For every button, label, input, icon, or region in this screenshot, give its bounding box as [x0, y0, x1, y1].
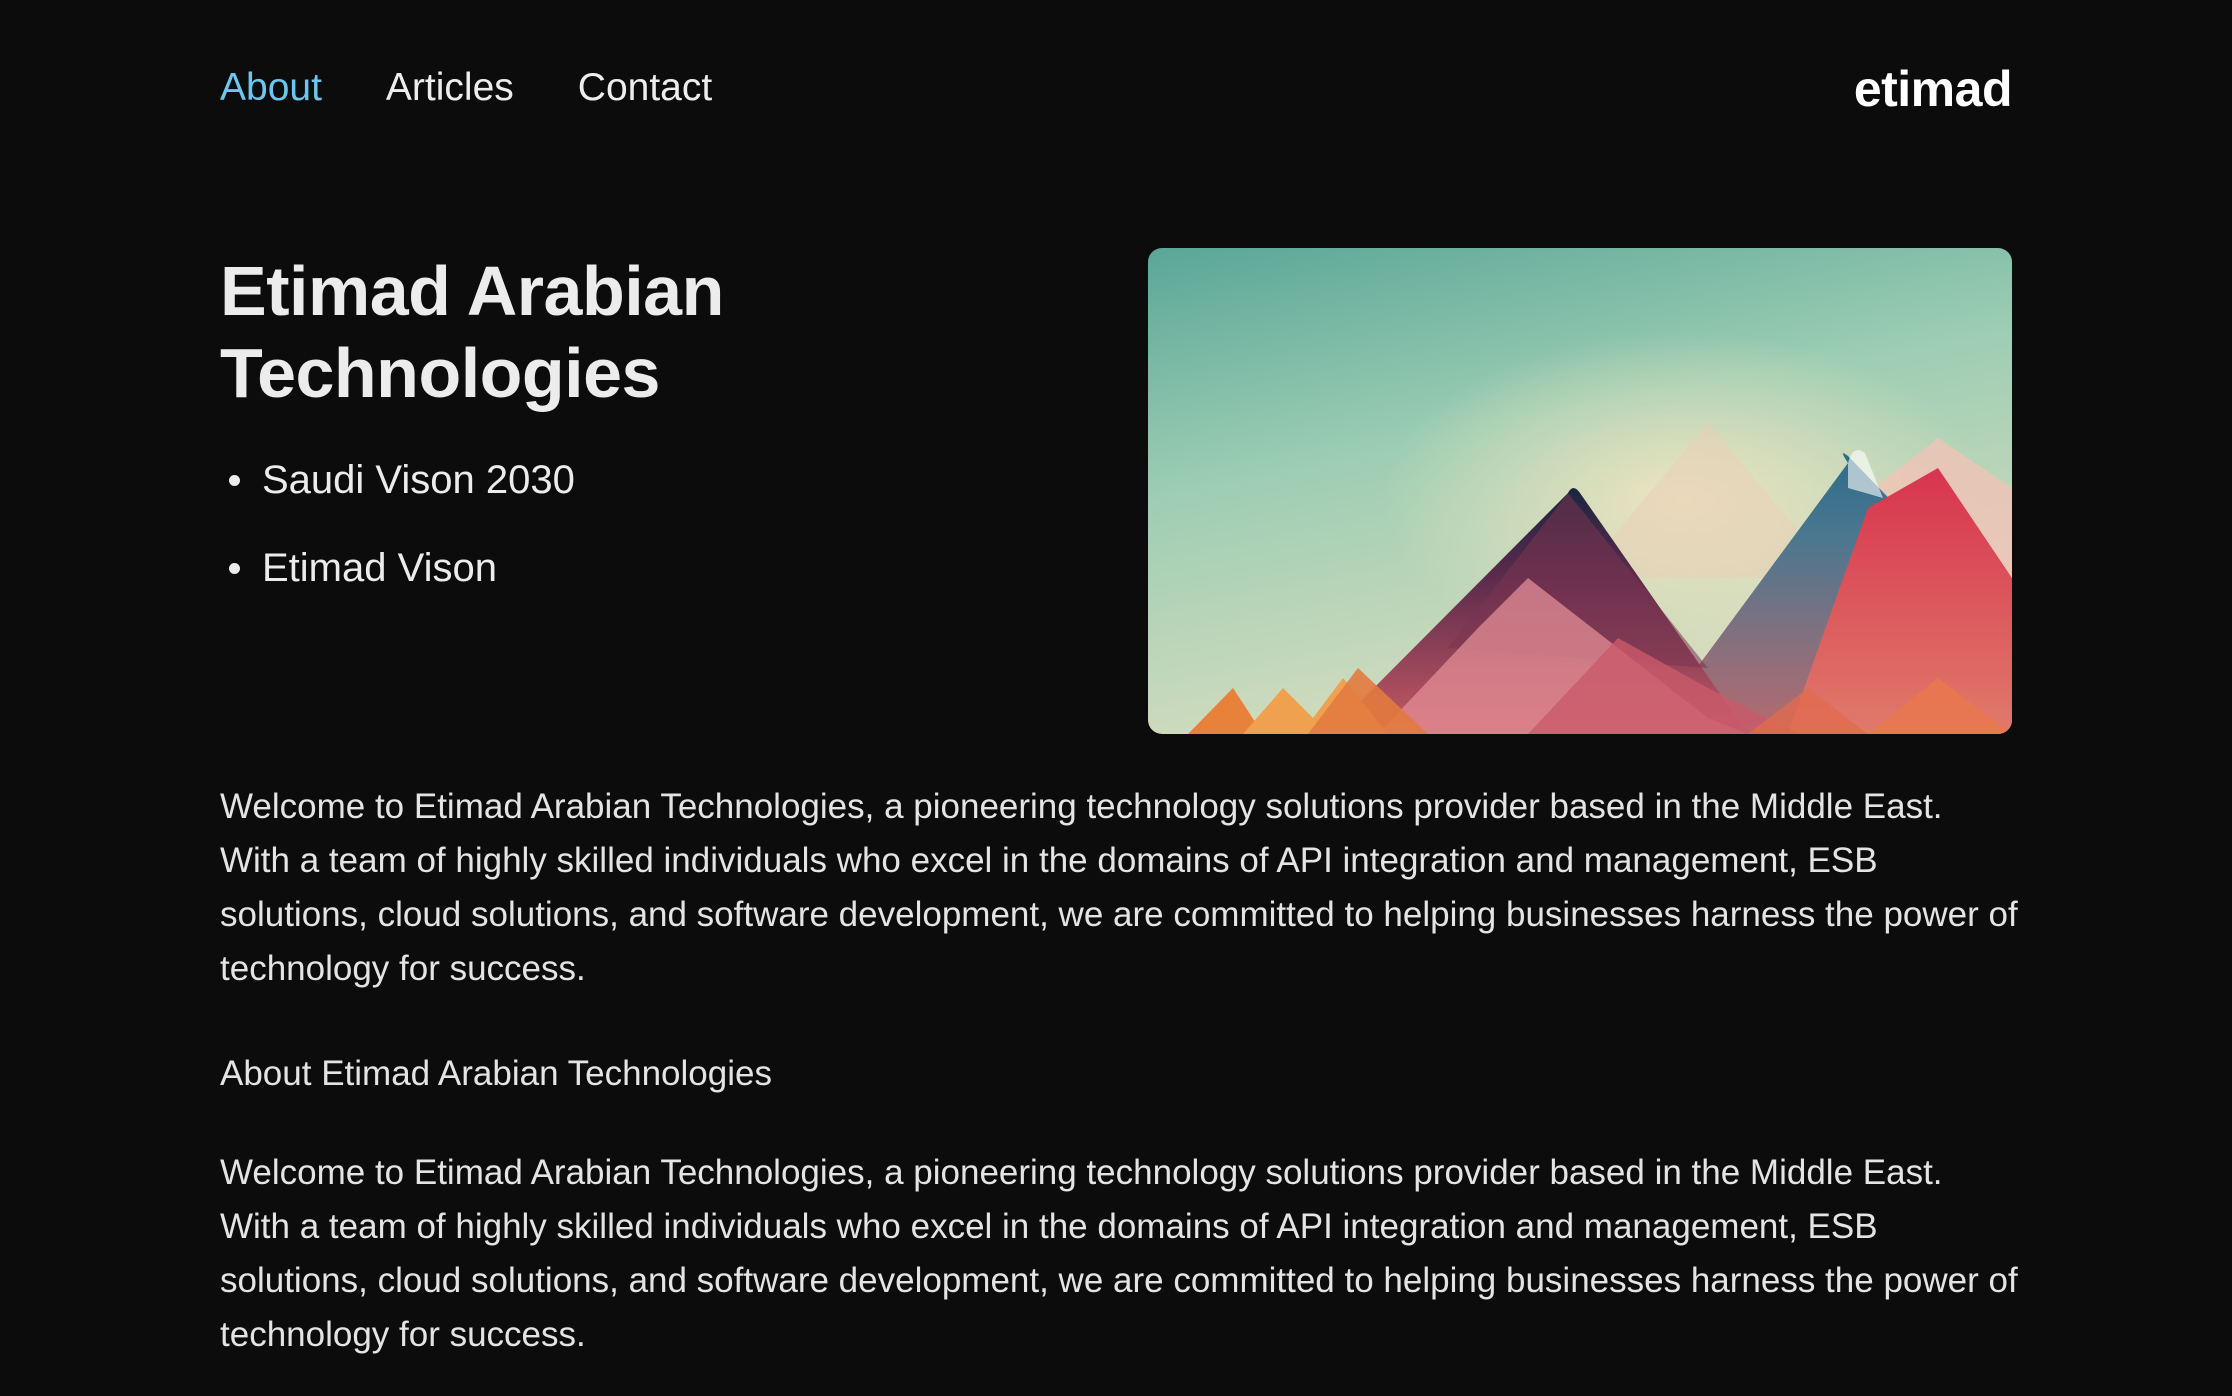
- list-item: Saudi Vison 2030: [220, 456, 575, 504]
- nav-link-about[interactable]: About: [220, 64, 322, 112]
- hero-bullet-list: Saudi Vison 2030 Etimad Vison: [220, 456, 575, 632]
- main-nav: About Articles Contact: [220, 64, 712, 112]
- body-paragraph: Welcome to Etimad Arabian Technologies, …: [220, 1153, 2018, 1354]
- nav-link-articles[interactable]: Articles: [386, 64, 514, 112]
- bullet-text: Etimad Vison: [262, 546, 497, 590]
- intro-paragraph: Welcome to Etimad Arabian Technologies, …: [220, 787, 2018, 988]
- hero-image: [1148, 248, 2012, 734]
- page-title: Etimad Arabian Technologies: [220, 252, 724, 412]
- bullet-icon: [229, 563, 240, 574]
- bullet-text: Saudi Vison 2030: [262, 458, 575, 502]
- nav-link-contact[interactable]: Contact: [578, 64, 712, 112]
- brand-logo[interactable]: etimad: [1854, 60, 2013, 118]
- bullet-icon: [229, 475, 240, 486]
- section-heading: About Etimad Arabian Technologies: [220, 1054, 772, 1093]
- list-item: Etimad Vison: [220, 544, 575, 592]
